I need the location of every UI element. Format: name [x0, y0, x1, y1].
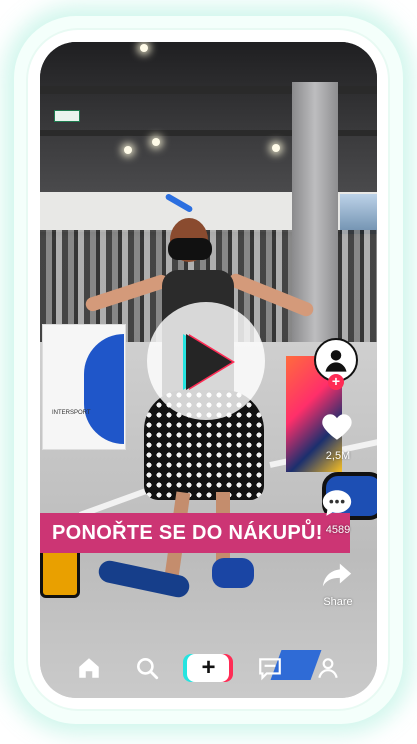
bag-brand-logo: INTERSPORT — [52, 410, 91, 416]
play-icon[interactable] — [186, 334, 232, 390]
diving-mask — [168, 238, 212, 260]
search-icon — [136, 658, 158, 680]
poster-image — [340, 194, 377, 234]
follow-button[interactable]: + — [328, 374, 344, 390]
ceiling-lamp — [124, 146, 132, 154]
nav-home[interactable] — [72, 651, 106, 685]
add-button[interactable]: + — [187, 654, 230, 682]
nav-profile[interactable] — [311, 651, 345, 685]
nav-search[interactable] — [130, 651, 164, 685]
user-icon — [325, 350, 347, 372]
bottom-nav: + — [40, 638, 377, 698]
comment-icon[interactable] — [320, 486, 354, 520]
home-icon — [79, 658, 99, 678]
ceiling-lamp — [140, 44, 148, 52]
heart-icon[interactable] — [320, 410, 354, 444]
share-arrow-icon[interactable] — [320, 558, 354, 592]
exit-sign — [54, 110, 80, 122]
profile-icon — [318, 658, 338, 679]
video-screen[interactable]: uvex INTERSPORT PONOŘTE SE DO NÁKUPŮ! + … — [40, 42, 377, 698]
ceiling-lamp — [272, 144, 280, 152]
inbox-icon — [259, 658, 282, 681]
caption-banner: PONOŘTE SE DO NÁKUPŮ! — [40, 513, 350, 553]
ceiling-lamp — [152, 138, 160, 146]
likes-count: 2,5M — [325, 450, 351, 462]
swim-fin — [212, 558, 254, 588]
share-label: Share — [323, 596, 353, 608]
nav-inbox[interactable] — [253, 651, 287, 685]
comments-count: 4589 — [325, 524, 351, 536]
